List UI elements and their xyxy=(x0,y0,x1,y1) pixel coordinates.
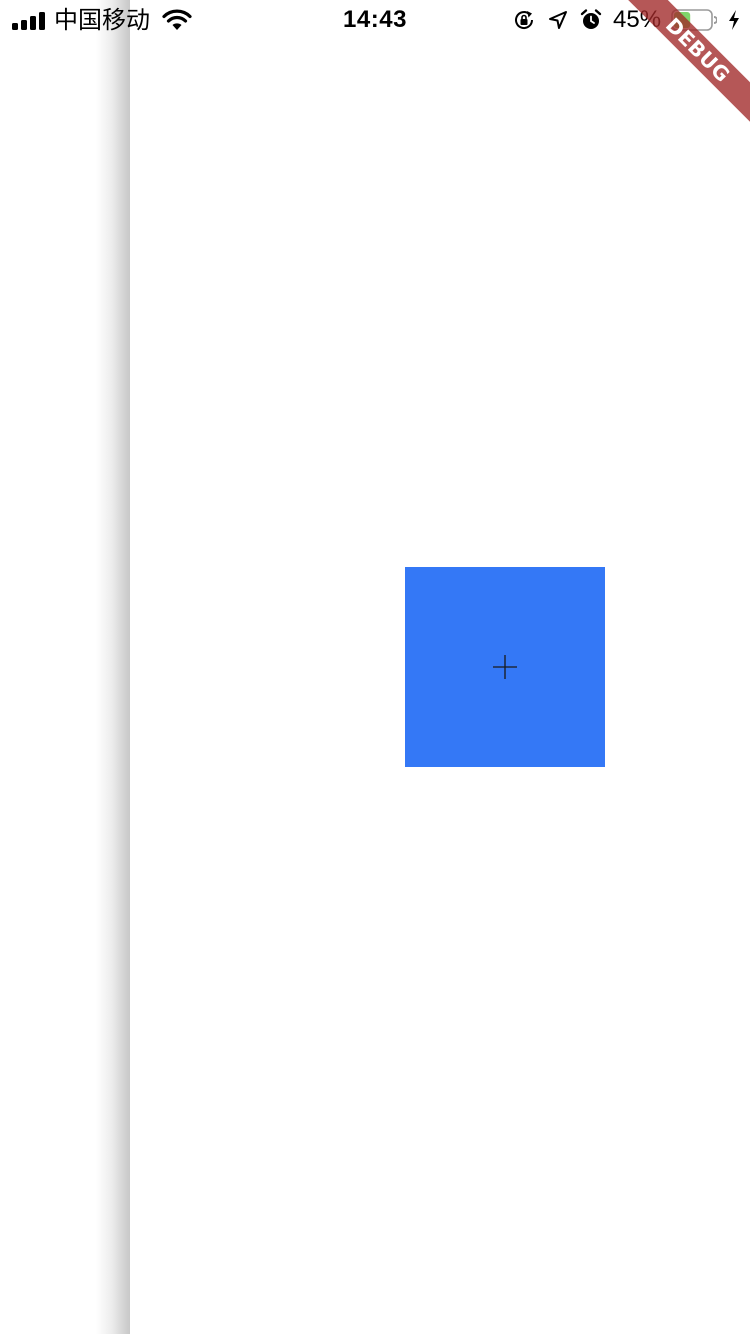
blue-square-button[interactable] xyxy=(405,567,605,767)
plus-icon xyxy=(493,655,517,679)
app-screen: 中国移动 14:43 45% DEBUG xyxy=(0,0,750,1334)
location-icon xyxy=(549,11,567,29)
orientation-lock-icon xyxy=(515,11,534,29)
debug-banner: DEBUG xyxy=(600,0,750,150)
debug-banner-label: DEBUG xyxy=(610,0,750,138)
previous-page-edge xyxy=(0,0,130,1334)
